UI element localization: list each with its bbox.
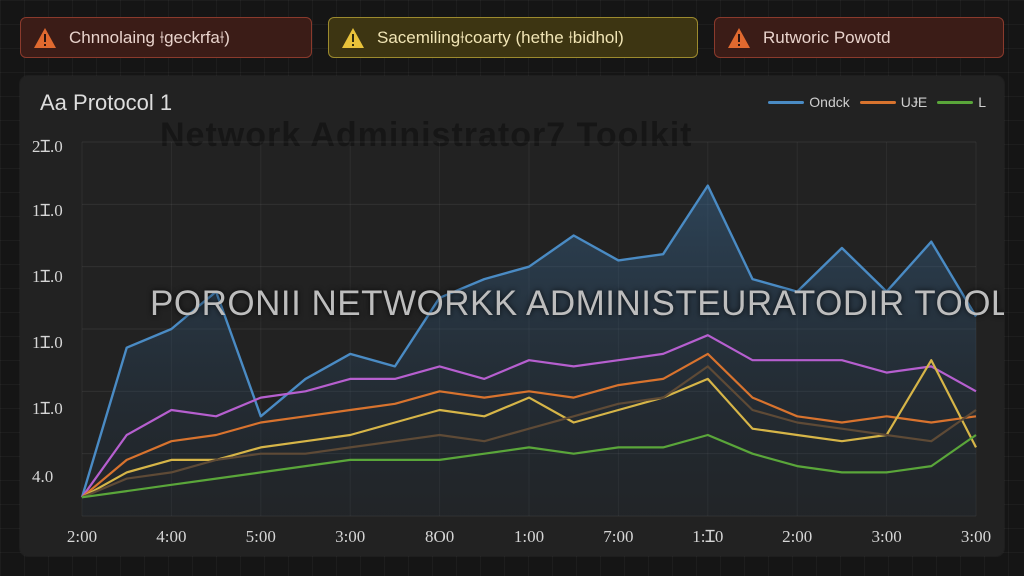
alert-banner-2[interactable]: Sacemiling⟊coarty (hethe ⟊bidhol) [328,17,698,58]
chart-panel: Network Administrator7 Toolkit 2:00 4:00 5… [20,76,1004,556]
warning-icon [34,27,56,48]
y-tick-label: 1Ɪ.0 [32,201,63,220]
legend-label: Ondck [809,94,850,110]
x-tick-label: 5:00 [246,527,276,546]
watermark-text: PORONII NETWORKK ADMINISTEURATODIR TOOLK… [150,284,1004,323]
alert-label: Rutworic Powotd [763,27,891,47]
x-tick-label: 3:00 [961,527,991,546]
y-tick-label: 2Ɪ.0 [32,137,63,156]
chart-legend: Ondck UɈE L [768,94,986,110]
warning-icon [342,27,364,48]
legend-label: UɈE [900,94,928,110]
legend-item[interactable]: Ondck [768,94,850,110]
y-tick-label: 4.0 [32,467,53,486]
legend-swatch [859,100,896,104]
x-tick-label: 7:00 [603,527,633,546]
x-tick-label: 8O0 [425,527,454,546]
alert-banner-1[interactable]: Chnnolaing ⟊geckrfa⟊) [20,17,312,58]
x-tick-label: 1:00 [514,527,544,546]
y-tick-label: 1Ɪ.0 [32,333,63,352]
y-tick-label: 1Ɪ.0 [32,399,63,418]
legend-item[interactable]: L [937,94,986,110]
alert-banner-3[interactable]: Rutworic Powotd [714,17,1004,58]
y-tick-label: 1Ɪ.0 [32,267,63,286]
x-tick-label: 2:00 [67,527,97,546]
warning-icon [728,27,750,48]
legend-label: L [978,94,986,110]
x-tick-label: 4:00 [156,527,186,546]
alert-label: Sacemiling⟊coarty (hethe ⟊bidhol) [377,27,624,47]
x-tick-label: 3:00 [335,527,365,546]
alert-label: Chnnolaing ⟊geckrfa⟊) [69,27,230,47]
legend-swatch [768,100,805,104]
x-tick-label: 1:Ɪ0 [692,527,723,546]
legend-swatch [937,100,974,104]
x-tick-label: 3:00 [871,527,901,546]
x-tick-label: 2:00 [782,527,812,546]
legend-item[interactable]: UɈE [859,94,928,110]
panel-title: Aa Protocol 1 [40,90,173,115]
